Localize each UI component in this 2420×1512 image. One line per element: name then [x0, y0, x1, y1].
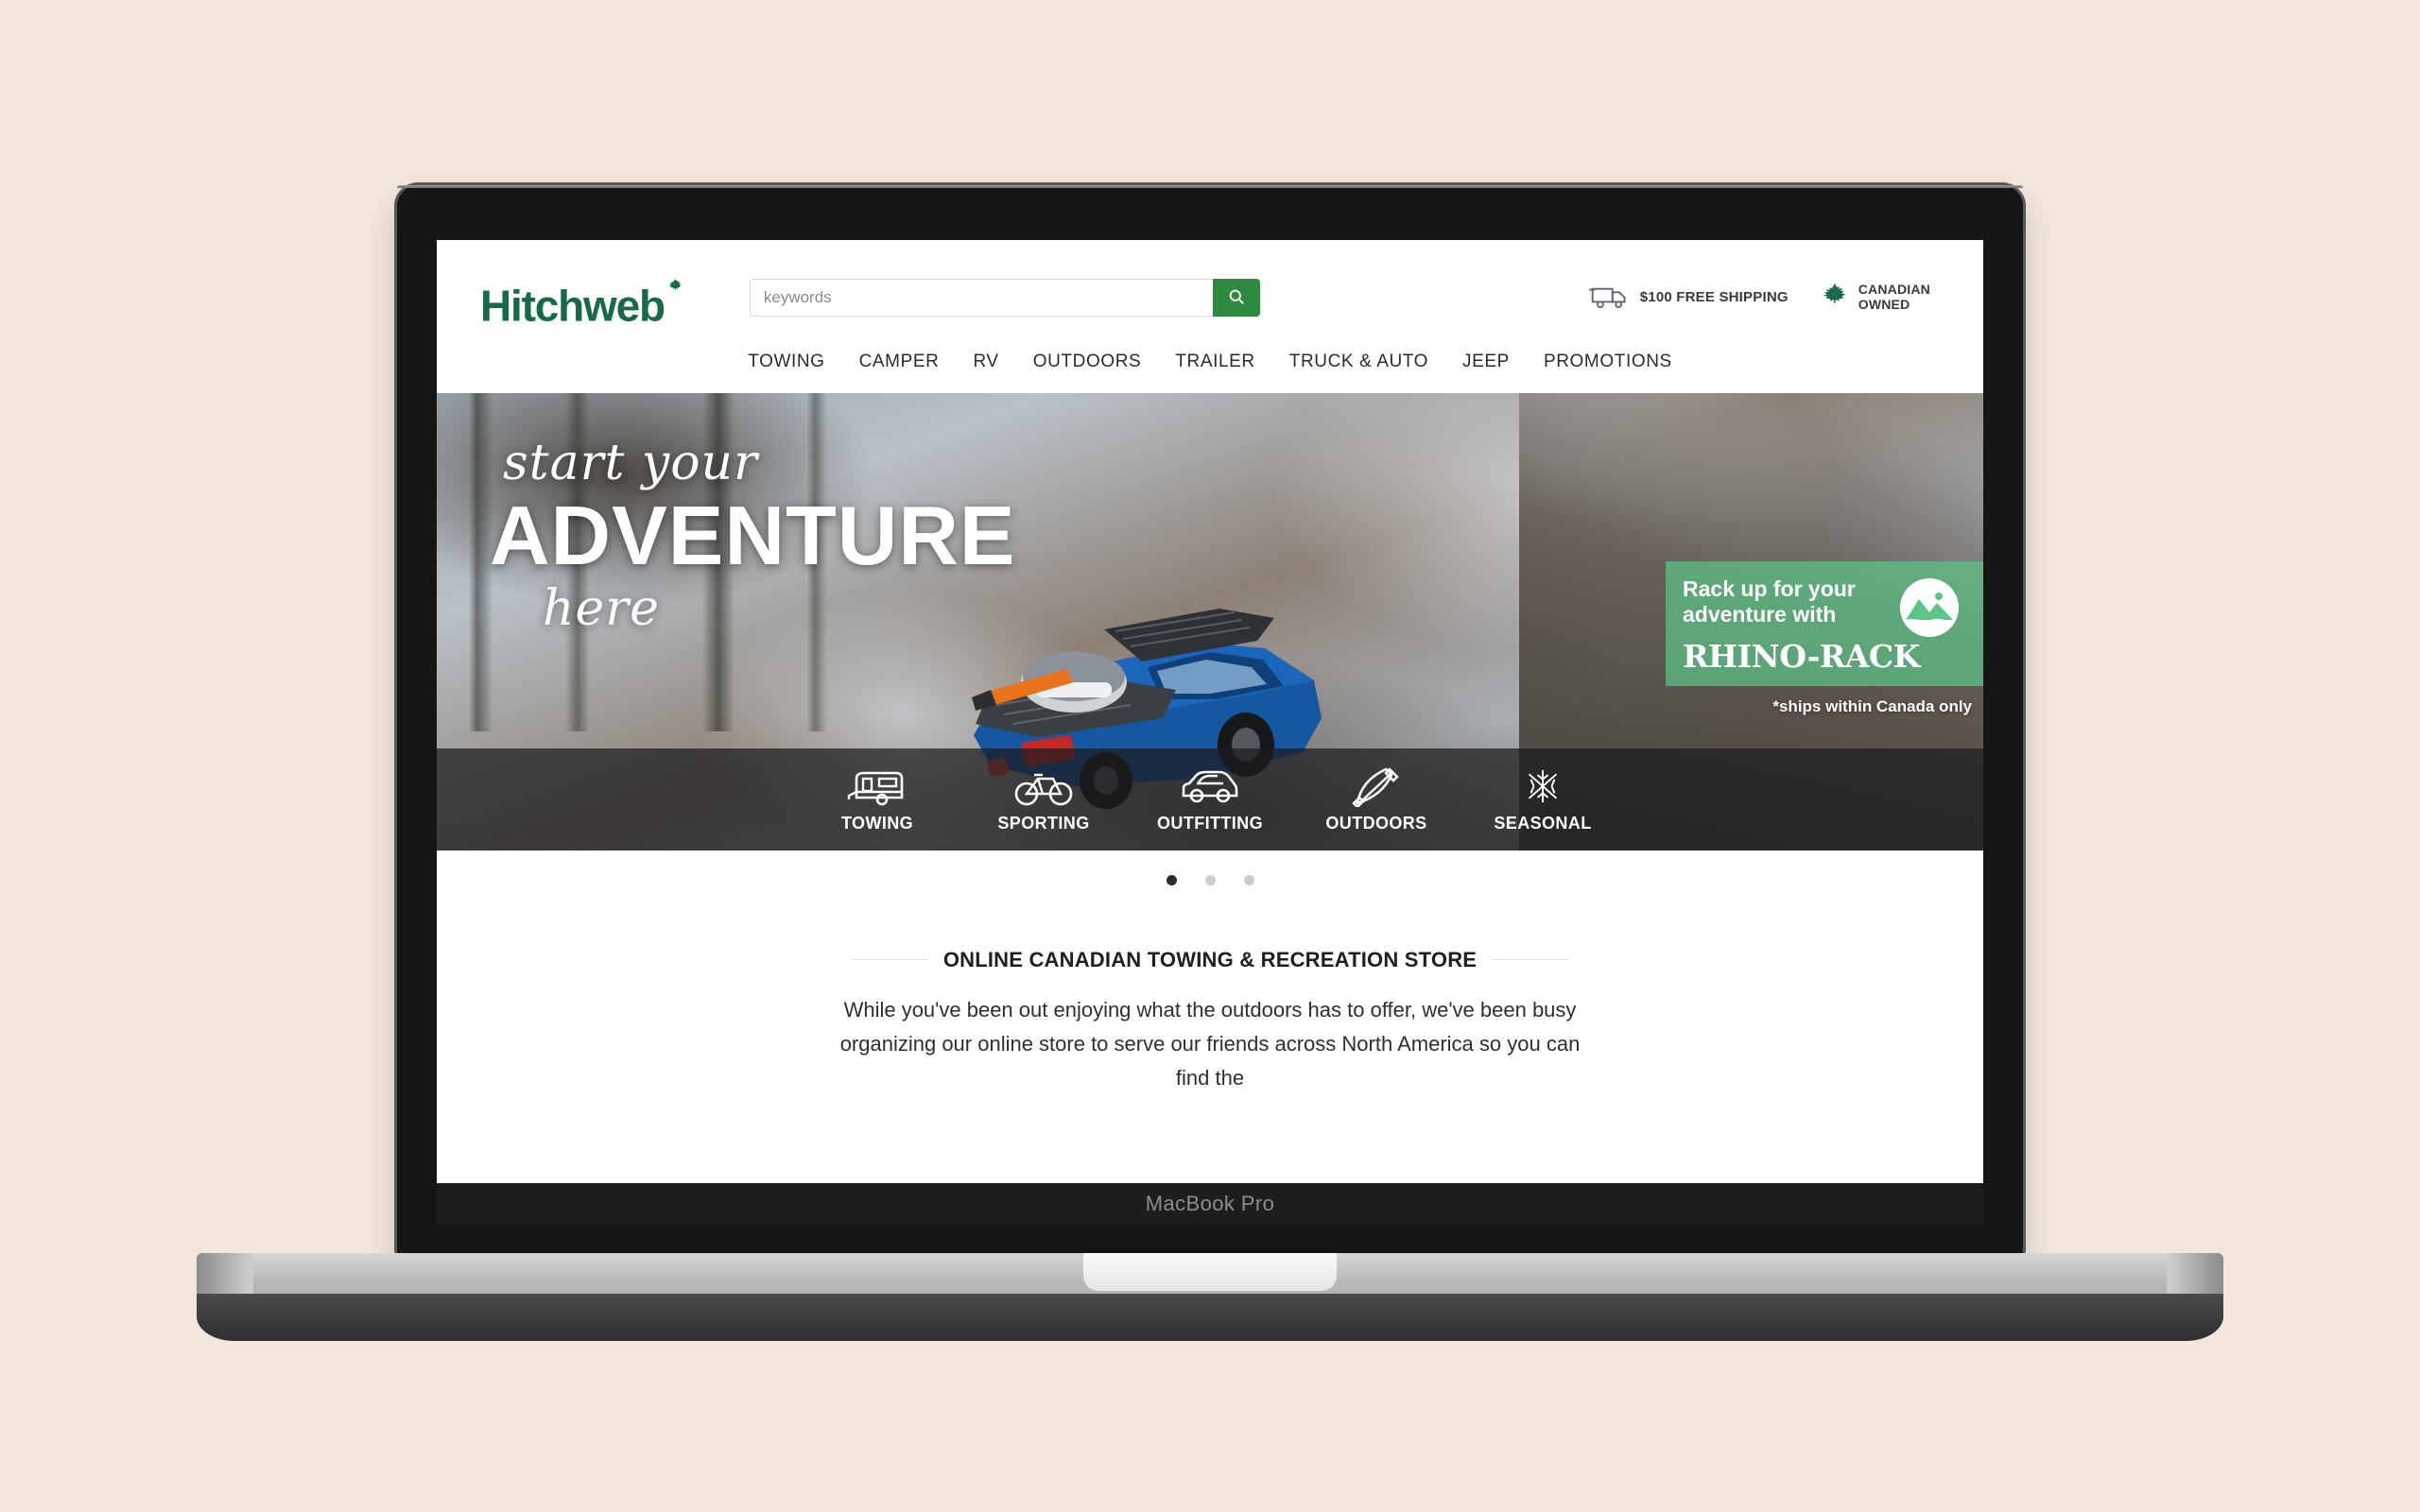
free-shipping-badge[interactable]: $100 FREE SHIPPING [1588, 282, 1789, 315]
header-badges: $100 FREE SHIPPING CANADIAN OWNED [1588, 282, 1940, 315]
category-sporting-label: SPORTING [997, 814, 1090, 833]
nav-item-towing[interactable]: TOWING [748, 352, 824, 372]
trailer-icon [847, 765, 908, 812]
hero-line-2: ADVENTURE [490, 489, 1016, 583]
snowflake-icon [1518, 765, 1567, 812]
hero-line-1: start your [503, 435, 758, 492]
search-icon [1227, 287, 1246, 309]
logo-text: Hitchweb [480, 281, 666, 331]
carousel-dot-2[interactable] [1204, 875, 1216, 886]
hero-line-3: here [543, 580, 660, 638]
kayak-paddle-icon [1346, 765, 1407, 812]
search-button[interactable] [1212, 279, 1260, 318]
carousel-dot-3[interactable] [1243, 875, 1254, 886]
laptop-chin: MacBook Pro [437, 1183, 1983, 1225]
nav-item-jeep[interactable]: JEEP [1462, 352, 1510, 372]
nav-item-camper[interactable]: CAMPER [859, 352, 940, 372]
category-outdoors-label: OUTDOORS [1325, 814, 1427, 833]
canadian-owned-line1: CANADIAN [1858, 282, 1930, 298]
promo-brand: RHINO-RACK [1683, 637, 1920, 675]
hero-headline-group: start your ADVENTURE here [490, 435, 1016, 637]
canadian-owned-badge[interactable]: CANADIAN OWNED [1821, 282, 1930, 315]
category-outfitting-label: OUTFITTING [1157, 814, 1263, 833]
category-sporting[interactable]: SPORTING [984, 765, 1103, 833]
laptop-base-bottom [197, 1294, 2223, 1341]
free-shipping-label: $100 FREE SHIPPING [1639, 288, 1789, 305]
laptop-base [197, 1253, 2223, 1341]
carousel-dots [437, 850, 1983, 886]
category-outfitting[interactable]: OUTFITTING [1150, 765, 1270, 833]
laptop-mockup-scene: Hitchweb keywords $100 FREE SHIPPING CAN… [0, 0, 2420, 1512]
intro-heading: ONLINE CANADIAN TOWING & RECREATION STOR… [927, 948, 1493, 973]
intro-heading-wrap: ONLINE CANADIAN TOWING & RECREATION STOR… [851, 948, 1569, 973]
nav-item-truck-auto[interactable]: TRUCK & AUTO [1289, 352, 1428, 372]
nav-item-promotions[interactable]: PROMOTIONS [1544, 352, 1672, 372]
nav-item-rv[interactable]: RV [973, 352, 998, 372]
macbook-model-label: MacBook Pro [1145, 1192, 1275, 1215]
carousel-dot-1[interactable] [1166, 875, 1177, 886]
delivery-truck-icon [1588, 282, 1631, 315]
rhino-rack-promo-panel[interactable]: Rack up for your adventure with RHINO-RA… [1666, 561, 1983, 687]
promo-shipping-note: *ships within Canada only [1772, 697, 1972, 716]
nav-item-outdoors[interactable]: OUTDOORS [1033, 352, 1142, 372]
bicycle-icon [1013, 765, 1074, 812]
canadian-owned-label: CANADIAN OWNED [1858, 283, 1930, 312]
category-strip: TOWING SPORTING OUTFITTING OUTDOORS SEAS… [437, 748, 1983, 851]
site-header: Hitchweb keywords $100 FREE SHIPPING CAN… [437, 240, 1983, 394]
car-icon [1180, 765, 1240, 812]
category-outdoors[interactable]: OUTDOORS [1317, 765, 1436, 833]
category-seasonal-label: SEASONAL [1494, 814, 1592, 833]
maple-leaf-icon [1821, 282, 1849, 315]
category-seasonal[interactable]: SEASONAL [1483, 765, 1602, 833]
intro-body: While you've been out enjoying what the … [839, 998, 1581, 1090]
mountain-circle-icon [1900, 578, 1959, 638]
search-bar [749, 279, 1260, 318]
laptop-lid: Hitchweb keywords $100 FREE SHIPPING CAN… [397, 185, 2023, 1255]
screen: Hitchweb keywords $100 FREE SHIPPING CAN… [437, 240, 1983, 1225]
category-towing-label: TOWING [840, 814, 914, 833]
search-input[interactable] [749, 279, 1213, 318]
canadian-owned-line2: OWNED [1858, 297, 1910, 313]
hero-carousel: Rack up for your adventure with RHINO-RA… [437, 393, 1983, 851]
site-logo[interactable]: Hitchweb [480, 265, 683, 331]
main-navigation: TOWING CAMPER RV OUTDOORS TRAILER TRUCK … [437, 336, 1983, 393]
category-towing[interactable]: TOWING [818, 765, 937, 833]
nav-item-trailer[interactable]: TRAILER [1175, 352, 1254, 372]
laptop-base-notch [1083, 1253, 1337, 1291]
header-top-row: Hitchweb keywords $100 FREE SHIPPING CAN… [437, 240, 1983, 336]
maple-leaf-icon [667, 253, 683, 290]
promo-headline: Rack up for your adventure with [1683, 576, 1856, 627]
intro-section: ONLINE CANADIAN TOWING & RECREATION STOR… [437, 885, 1983, 1095]
